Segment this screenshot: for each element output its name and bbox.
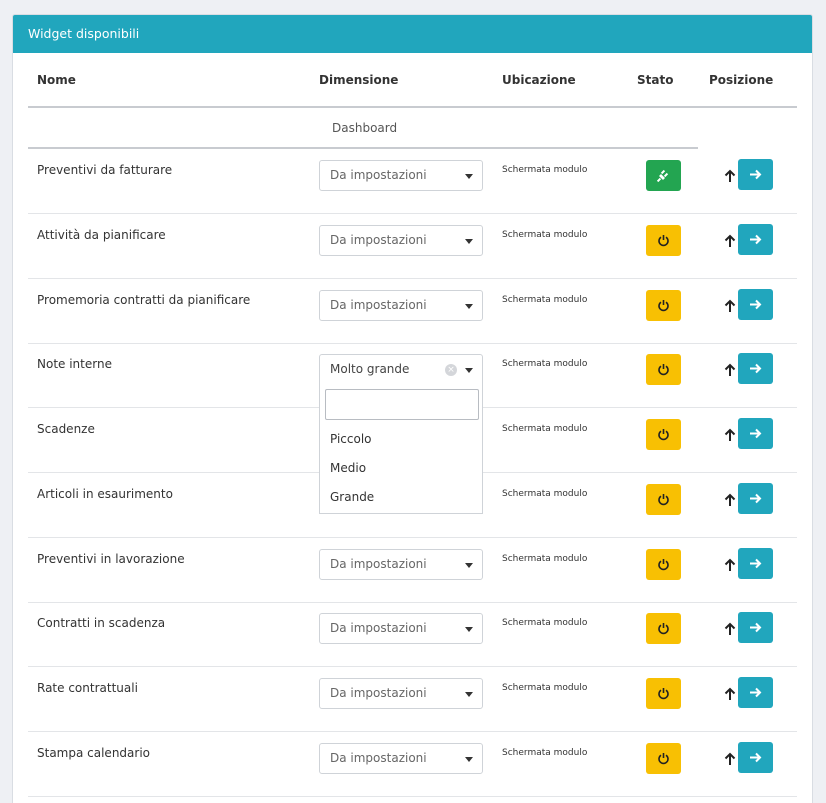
arrow-up-icon[interactable]	[724, 621, 736, 635]
enable-widget-button[interactable]	[646, 678, 681, 709]
size-select[interactable]: Da impostazioni	[319, 549, 483, 580]
move-right-button[interactable]	[738, 353, 773, 384]
panel-title: Widget disponibili	[13, 15, 812, 53]
row-divider	[28, 343, 797, 344]
move-right-button[interactable]	[738, 483, 773, 514]
dropdown-search-input[interactable]	[325, 389, 479, 420]
dropdown-option-medio[interactable]: Medio	[330, 461, 366, 475]
row-location: Schermata modulo	[502, 230, 588, 240]
arrow-up-icon[interactable]	[724, 492, 736, 506]
chevron-down-icon	[465, 368, 473, 373]
enable-widget-button[interactable]	[646, 290, 681, 321]
clear-icon[interactable]: ×	[445, 364, 457, 376]
row-location: Schermata modulo	[502, 683, 588, 693]
chevron-down-icon	[465, 239, 473, 244]
size-select-value: Da impostazioni	[330, 298, 427, 312]
disable-widget-button[interactable]	[646, 160, 681, 191]
chevron-down-icon	[465, 174, 473, 179]
enable-widget-button[interactable]	[646, 484, 681, 515]
row-name: Scadenze	[37, 422, 95, 436]
arrow-up-icon[interactable]	[724, 751, 736, 765]
size-select[interactable]: Da impostazioni	[319, 743, 483, 774]
column-header-position: Posizione	[709, 73, 774, 87]
arrow-up-icon[interactable]	[724, 298, 736, 312]
row-name: Stampa calendario	[37, 746, 151, 760]
size-select-value: Da impostazioni	[330, 233, 427, 247]
size-select[interactable]: Da impostazioni	[319, 225, 483, 256]
column-header-size: Dimensione	[319, 73, 399, 87]
column-header-state: Stato	[637, 73, 674, 87]
column-header-name: Nome	[37, 73, 76, 87]
move-right-button[interactable]	[738, 159, 773, 190]
chevron-down-icon	[465, 757, 473, 762]
size-select-value: Da impostazioni	[330, 557, 427, 571]
chevron-down-icon	[465, 627, 473, 632]
row-divider	[28, 278, 797, 279]
size-select[interactable]: Molto grande ×	[319, 354, 483, 385]
arrow-up-icon[interactable]	[724, 168, 736, 182]
size-select[interactable]: Da impostazioni	[319, 290, 483, 321]
move-right-button[interactable]	[738, 548, 773, 579]
group-label: Dashboard	[332, 121, 398, 135]
row-name: Attività da pianificare	[37, 228, 166, 242]
enable-widget-button[interactable]	[646, 225, 681, 256]
row-divider	[28, 731, 797, 732]
enable-widget-button[interactable]	[646, 419, 681, 450]
row-divider	[28, 537, 797, 538]
size-select-value: Da impostazioni	[330, 686, 427, 700]
chevron-down-icon	[465, 304, 473, 309]
size-select[interactable]: Da impostazioni	[319, 613, 483, 644]
dropdown-option-grande[interactable]: Grande	[330, 490, 374, 504]
size-select[interactable]: Da impostazioni	[319, 678, 483, 709]
size-select[interactable]: Da impostazioni	[319, 160, 483, 191]
row-name: Preventivi da fatturare	[37, 163, 173, 177]
row-divider	[28, 602, 797, 603]
move-right-button[interactable]	[738, 677, 773, 708]
column-header-location: Ubicazione	[502, 73, 576, 87]
row-location: Schermata modulo	[502, 748, 588, 758]
row-location: Schermata modulo	[502, 554, 588, 564]
header-divider	[28, 106, 797, 108]
move-right-button[interactable]	[738, 289, 773, 320]
row-location: Schermata modulo	[502, 165, 588, 175]
chevron-down-icon	[465, 563, 473, 568]
chevron-down-icon	[465, 692, 473, 697]
row-divider	[28, 796, 797, 797]
row-name: Articoli in esaurimento	[37, 487, 173, 501]
row-name: Promemoria contratti da pianificare	[37, 293, 251, 307]
enable-widget-button[interactable]	[646, 743, 681, 774]
arrow-up-icon[interactable]	[724, 427, 736, 441]
row-location: Schermata modulo	[502, 295, 588, 305]
size-dropdown-menu: Piccolo Medio Grande	[319, 384, 483, 514]
move-right-button[interactable]	[738, 612, 773, 643]
row-divider	[28, 666, 797, 667]
move-right-button[interactable]	[738, 224, 773, 255]
group-divider	[28, 147, 698, 149]
row-name: Preventivi in lavorazione	[37, 552, 185, 566]
move-right-button[interactable]	[738, 742, 773, 773]
row-name: Rate contrattuali	[37, 681, 138, 695]
row-location: Schermata modulo	[502, 424, 588, 434]
move-right-button[interactable]	[738, 418, 773, 449]
row-name: Contratti in scadenza	[37, 616, 166, 630]
row-name: Note interne	[37, 357, 112, 371]
arrow-up-icon[interactable]	[724, 233, 736, 247]
enable-widget-button[interactable]	[646, 613, 681, 644]
enable-widget-button[interactable]	[646, 354, 681, 385]
size-select-value: Da impostazioni	[330, 621, 427, 635]
arrow-up-icon[interactable]	[724, 557, 736, 571]
row-location: Schermata modulo	[502, 489, 588, 499]
arrow-up-icon[interactable]	[724, 686, 736, 700]
size-select-value: Da impostazioni	[330, 168, 427, 182]
row-location: Schermata modulo	[502, 618, 588, 628]
row-location: Schermata modulo	[502, 359, 588, 369]
arrow-up-icon[interactable]	[724, 362, 736, 376]
row-divider	[28, 213, 797, 214]
dropdown-option-piccolo[interactable]: Piccolo	[330, 432, 372, 446]
enable-widget-button[interactable]	[646, 549, 681, 580]
size-select-value: Molto grande	[330, 362, 410, 376]
size-select-value: Da impostazioni	[330, 751, 427, 765]
